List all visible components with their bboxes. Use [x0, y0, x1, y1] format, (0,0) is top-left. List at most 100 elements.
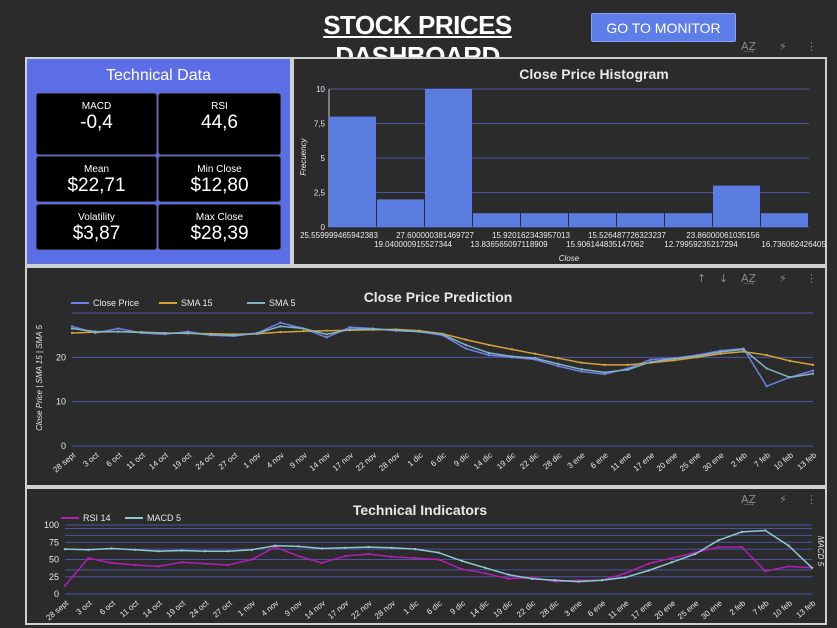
rsi-value: 44,6 [201, 112, 238, 133]
data-point [557, 357, 560, 360]
x-tick-label: 3 ene [563, 598, 585, 618]
data-point [624, 572, 627, 575]
x-tick-label: 22 nov [350, 599, 374, 621]
x-tick-label: 3 oct [81, 450, 101, 469]
x-tick-label: 22 dic [518, 451, 540, 472]
data-point [788, 359, 792, 363]
x-tick-label: 9 nov [288, 451, 309, 470]
data-point [460, 559, 464, 563]
x-tick-label: 11 oct [125, 450, 148, 471]
data-point [110, 547, 113, 550]
data-point [787, 544, 790, 547]
data-point [227, 563, 230, 567]
data-point [764, 570, 767, 573]
data-point [186, 331, 189, 335]
data-point [250, 548, 253, 552]
x-tick-label: 20 ene [655, 450, 680, 473]
data-point [694, 552, 697, 556]
x-tick-label: 4 nov [265, 451, 286, 470]
data-point [649, 358, 653, 361]
histogram-bar [425, 89, 472, 227]
data-point [320, 547, 323, 550]
x-tick-label: 12.79959235217294 [664, 240, 738, 249]
legend-label: MACD 5 [147, 513, 181, 523]
max-close-card: Max Close $28,39 [158, 204, 281, 250]
data-point [742, 348, 745, 351]
y-tick-label: 10 [316, 85, 325, 94]
histogram-bar [569, 213, 616, 227]
max-close-label: Max Close [195, 212, 244, 223]
x-tick-label: 19 dic [495, 451, 517, 472]
data-point [624, 576, 627, 579]
data-point [510, 355, 514, 358]
x-tick-label: 7 feb [751, 598, 771, 617]
data-point [325, 336, 328, 339]
x-tick-label: 27.600000381469727 [396, 231, 474, 240]
data-point [557, 362, 560, 366]
data-point [580, 370, 583, 373]
data-point [672, 357, 676, 360]
lightning-icon[interactable]: ⚡ [779, 40, 787, 53]
data-point [117, 330, 120, 333]
legend-label: SMA 5 [269, 298, 296, 308]
series-line [64, 529, 813, 583]
data-point [507, 573, 510, 576]
data-point [647, 569, 650, 572]
histogram-bar [521, 213, 568, 227]
x-tick-label: 24 oct [188, 598, 211, 619]
x-tick-label: 9 dic [448, 599, 467, 617]
data-point [600, 579, 604, 582]
x-tick-label: 3 ene [566, 450, 588, 470]
x-tick-label: 11 oct [118, 598, 141, 619]
x-tick-label: 28 dic [538, 599, 560, 620]
sort-az-icon[interactable]: A͢Z [741, 40, 756, 53]
rsi-card: RSI 44,6 [158, 93, 281, 155]
x-tick-label: 10 feb [772, 450, 795, 472]
data-point [788, 376, 792, 379]
x-tick-label: 28 sept [51, 450, 77, 474]
data-point [740, 545, 744, 549]
data-point [279, 325, 282, 328]
data-point [256, 332, 259, 335]
more-vert-icon[interactable]: ⋮ [806, 40, 817, 53]
data-point [464, 338, 467, 341]
data-point [717, 538, 720, 542]
x-tick-label: 1 dic [406, 451, 425, 469]
x-tick-label: 22 nov [354, 451, 378, 473]
data-point [343, 546, 347, 549]
data-point [279, 321, 282, 324]
y-tick-label: 2,5 [314, 189, 326, 198]
data-point [157, 550, 160, 553]
x-tick-label: 14 oct [141, 598, 164, 619]
x-tick-label: 9 nov [283, 599, 304, 618]
data-point [180, 549, 183, 552]
x-tick-label: 14 oct [147, 450, 170, 471]
x-tick-label: 15.526487726323237 [588, 231, 666, 240]
data-point [626, 363, 629, 367]
histogram-bar [473, 213, 520, 227]
x-tick-label: 9 dic [452, 451, 471, 469]
x-tick-label: 30 ene [699, 598, 724, 621]
data-point [580, 368, 583, 371]
x-tick-label: 13.836565097118909 [470, 240, 548, 249]
data-point [765, 353, 768, 357]
data-point [348, 328, 352, 331]
close-price-histogram: Close Price Histogram Frecuency Close 02… [299, 66, 827, 263]
y-tick-label: 50 [49, 555, 59, 565]
data-point [133, 548, 137, 552]
mean-value: $22,71 [67, 175, 126, 196]
min-close-card: Min Close $12,80 [158, 156, 281, 202]
volatility-card: Volatility $3,87 [36, 204, 157, 250]
histogram-title: Close Price Histogram [519, 66, 668, 82]
data-point [297, 545, 300, 548]
x-tick-label: 3 oct [75, 598, 95, 617]
data-point [530, 577, 534, 581]
data-point [670, 556, 674, 560]
volatility-value: $3,87 [72, 223, 121, 244]
x-tick-label: 19 dic [492, 599, 514, 620]
data-point [464, 343, 467, 347]
data-point [418, 330, 421, 333]
go-to-monitor-button[interactable]: GO TO MONITOR [591, 13, 736, 42]
x-tick-label: 28 nov [377, 451, 401, 473]
x-tick-label: 1 nov [242, 451, 263, 470]
